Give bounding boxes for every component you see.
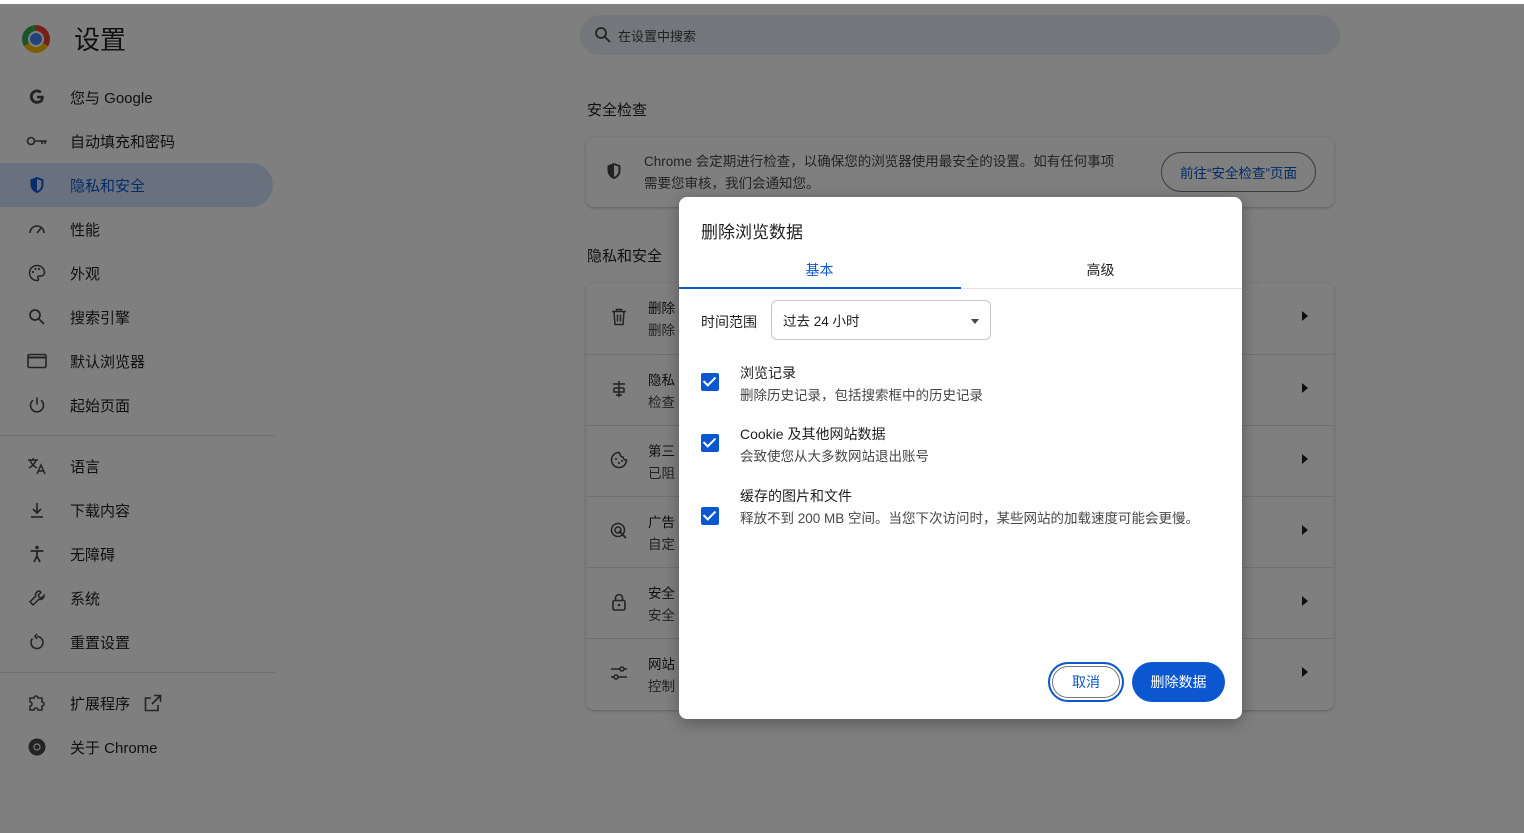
option-title: Cookie 及其他网站数据	[740, 426, 886, 442]
dialog-tabs: 基本 高级	[679, 251, 1242, 289]
dialog-title: 删除浏览数据	[701, 223, 803, 242]
tab-basic[interactable]: 基本	[679, 251, 961, 289]
checkbox-cached-files[interactable]	[701, 507, 719, 525]
time-range-select[interactable]: 过去 24 小时	[771, 300, 991, 340]
checkbox-browsing-history[interactable]	[701, 373, 719, 391]
delete-data-button[interactable]: 删除数据	[1132, 662, 1225, 702]
dropdown-caret-icon	[971, 319, 979, 324]
time-range-value: 过去 24 小时	[783, 314, 860, 329]
option-subtitle: 会致使您从大多数网站退出账号	[740, 449, 929, 464]
cancel-button[interactable]: 取消	[1048, 662, 1124, 702]
time-range-label: 时间范围	[701, 314, 757, 330]
option-title: 浏览记录	[740, 365, 796, 381]
clear-browsing-data-dialog: 删除浏览数据 基本 高级 时间范围 过去 24 小时 浏览记录 删除历史记录，包…	[679, 197, 1242, 719]
option-subtitle: 删除历史记录，包括搜索框中的历史记录	[740, 388, 983, 403]
option-title: 缓存的图片和文件	[740, 488, 852, 504]
option-subtitle: 释放不到 200 MB 空间。当您下次访问时，某些网站的加载速度可能会更慢。	[740, 511, 1200, 526]
checkbox-cookies[interactable]	[701, 434, 719, 452]
tab-advanced[interactable]: 高级	[960, 251, 1241, 288]
